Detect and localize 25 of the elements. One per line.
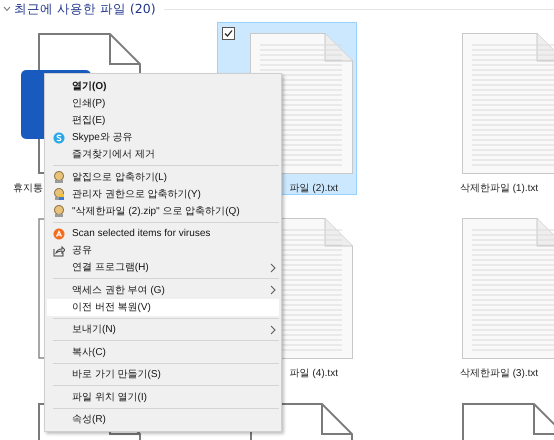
checkbox[interactable] — [222, 27, 235, 40]
menu-item[interactable]: "삭제한파일 (2).zip" 으로 압축하기(Q) — [47, 202, 279, 220]
menu-item[interactable]: 파일 위치 열기(I) — [47, 388, 279, 406]
archive-icon — [53, 171, 65, 183]
menu-item[interactable]: 공유 — [47, 242, 279, 259]
skype-icon — [53, 132, 65, 144]
menu-item[interactable]: 속성(R) — [47, 411, 279, 428]
menu-item[interactable]: 액세스 권한 부여 (G) — [47, 282, 279, 298]
file-name: 휴지통 — [13, 182, 43, 195]
file-name: 삭제한파일 (3).txt — [460, 367, 538, 380]
menu-item[interactable]: 보내기(N) — [47, 321, 279, 338]
share-icon — [53, 244, 65, 256]
menu-item[interactable]: 복사(C) — [47, 344, 279, 360]
chevron-icon[interactable] — [3, 5, 11, 13]
menu-item[interactable]: Scan selected items for viruses — [47, 225, 279, 242]
file-name: 파일 (4).txt — [290, 367, 338, 380]
menu-item[interactable]: 연결 프로그램(H) — [47, 259, 279, 276]
antivirus-icon — [53, 228, 65, 240]
menu-item[interactable]: 이전 버전 복원(V) — [47, 298, 279, 316]
shield-archive-icon — [53, 188, 65, 200]
menu-item[interactable]: 바로 가기 만들기(S) — [47, 366, 279, 383]
file-name: 파일 (2).txt — [290, 182, 338, 195]
section-title[interactable]: 최근에 사용한 파일 (20) — [14, 0, 156, 18]
file-name: 삭제한파일 (1).txt — [460, 182, 538, 195]
archive-icon — [53, 205, 65, 217]
